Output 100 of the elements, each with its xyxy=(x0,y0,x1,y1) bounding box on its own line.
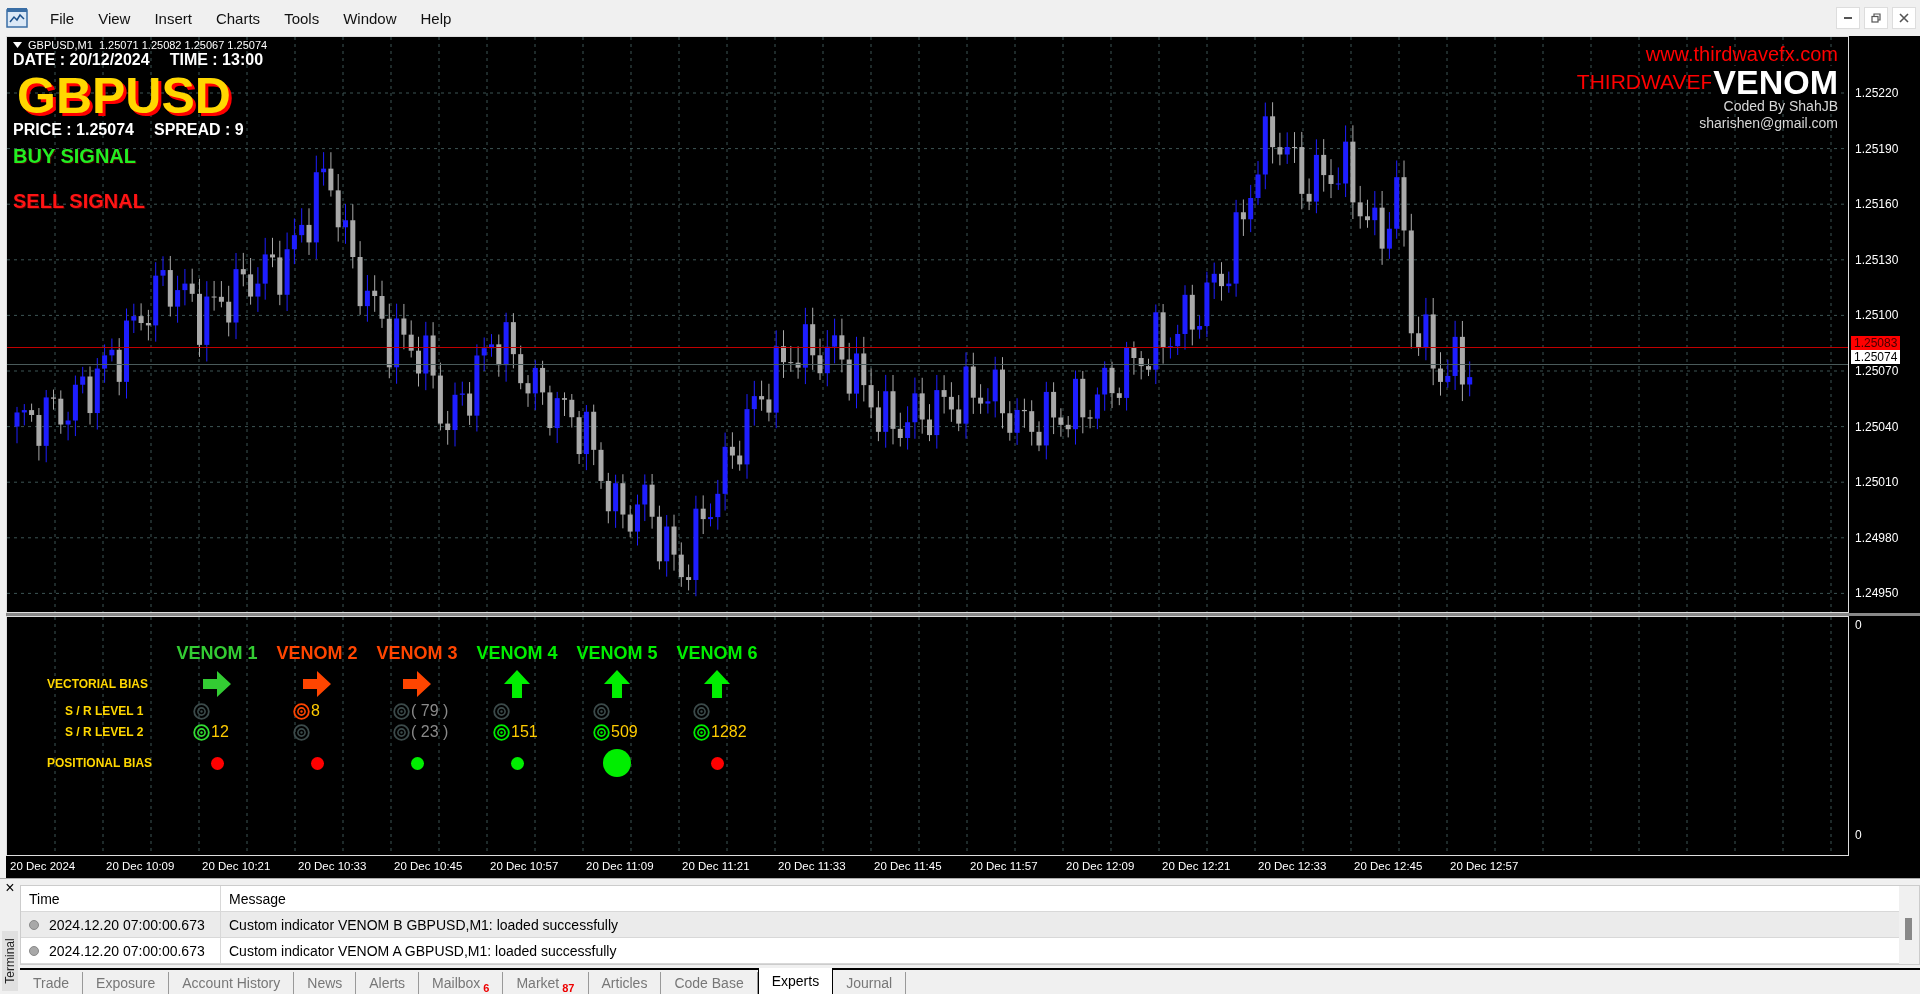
level-value: ( 79 ) xyxy=(411,702,449,720)
close-button[interactable] xyxy=(1892,7,1916,29)
menu-item[interactable]: Tools xyxy=(272,9,332,27)
price-label: 1.24950 xyxy=(1855,586,1899,601)
terminal-tab[interactable]: Mailbox 6 xyxy=(419,972,504,994)
terminal-tab[interactable]: Journal xyxy=(833,972,907,994)
row-label: VECTORIAL BIAS xyxy=(47,676,149,693)
terminal-tab[interactable]: News xyxy=(294,972,357,994)
scrollbar[interactable] xyxy=(1899,886,1919,964)
close-icon xyxy=(1899,13,1909,23)
minimize-button[interactable] xyxy=(1836,7,1860,29)
menu-item[interactable]: Insert xyxy=(142,9,204,27)
tab-label: Journal xyxy=(846,975,893,991)
terminal-tab[interactable]: Exposure xyxy=(83,972,170,994)
axis-label: 0 xyxy=(1855,828,1862,842)
row-label: S / R LEVEL 2 xyxy=(64,724,145,741)
brand-prefix-text: THIRDWAVEF xyxy=(1576,69,1714,93)
log-time: 2024.12.20 07:00:00.673 xyxy=(49,942,205,959)
tab-label: Alerts xyxy=(369,975,406,991)
time-label: 20 Dec 12:57 xyxy=(1449,859,1520,874)
level-value: 509 xyxy=(611,723,638,741)
restore-icon xyxy=(1871,13,1881,23)
indicator-name: VENOM 2 xyxy=(275,641,359,665)
price-label: 1.25220 xyxy=(1855,86,1899,100)
menu-item[interactable]: Help xyxy=(408,9,464,27)
website-text: www.thirdwavefx.com xyxy=(1645,43,1838,66)
log-time: 2024.12.20 07:00:00.673 xyxy=(49,916,205,933)
time-label: 20 Dec 10:09 xyxy=(105,859,176,874)
time-label: 20 Dec 10:33 xyxy=(297,859,368,874)
terminal-tab[interactable]: Articles xyxy=(588,972,662,994)
menu-item[interactable]: Window xyxy=(331,9,409,27)
log-row[interactable]: 2024.12.20 07:00:00.673 Custom indicator VENOM B GBPUSD,M1: loaded successfully xyxy=(21,912,1899,938)
tab-label: Articles xyxy=(601,975,648,991)
spread-text: SPREAD : 9 xyxy=(153,121,244,139)
time-text: TIME : 13:00 xyxy=(169,51,264,69)
restore-button[interactable] xyxy=(1864,7,1888,29)
indicator-name: VENOM 6 xyxy=(675,641,759,665)
price-text: PRICE : 1.25074 xyxy=(13,121,134,139)
terminal-tab[interactable]: Account History xyxy=(169,972,295,994)
time-label: 20 Dec 11:09 xyxy=(585,859,655,874)
status-dot-icon xyxy=(29,919,39,930)
price-label: 1.25040 xyxy=(1855,419,1899,434)
price-label: 1.25160 xyxy=(1855,197,1899,212)
level-value: 8 xyxy=(311,702,320,720)
level-value: 12 xyxy=(211,723,229,741)
log-row[interactable]: 2024.12.20 07:00:00.673 Custom indicator VENOM A GBPUSD,M1: loaded successfully xyxy=(21,938,1899,964)
scrollbar-thumb[interactable] xyxy=(1905,918,1912,940)
time-label: 20 Dec 12:21 xyxy=(1161,859,1232,874)
date-text: DATE : 20/12/2024 xyxy=(13,51,150,69)
brand-title: VENOM xyxy=(1711,66,1838,98)
tab-label: Exposure xyxy=(96,975,156,991)
time-label: 20 Dec 11:33 xyxy=(777,859,847,874)
tab-label: News xyxy=(307,975,343,991)
count-text: 87 xyxy=(562,982,575,994)
close-button[interactable]: × xyxy=(5,879,15,897)
sell-signal-text: SELL SIGNAL xyxy=(13,190,145,213)
column-header[interactable]: Message xyxy=(221,886,1899,911)
symbol-quote-text: GBPUSD,M1 1.25071 1.25082 1.25067 1.25074 xyxy=(28,39,268,51)
status-dot-icon xyxy=(29,945,39,956)
tab-label: Experts xyxy=(771,973,820,989)
count-text: 6 xyxy=(483,982,490,994)
row-label: S / R LEVEL 1 xyxy=(64,703,145,720)
time-label: 20 Dec 11:45 xyxy=(873,859,943,874)
time-label: 20 Dec 10:45 xyxy=(393,859,464,874)
time-label: 20 Dec 10:57 xyxy=(489,859,560,874)
terminal-tab[interactable]: Alerts xyxy=(356,972,420,994)
time-label: 20 Dec 11:57 xyxy=(969,859,1039,874)
indicator-name: VENOM 5 xyxy=(575,641,659,665)
price-label: 1.25130 xyxy=(1855,252,1899,267)
price-label: 1.25100 xyxy=(1855,308,1899,323)
column-header[interactable]: Time xyxy=(21,886,221,911)
terminal-tab[interactable]: Code Base xyxy=(661,972,758,994)
menu-item[interactable]: File xyxy=(38,9,87,27)
tab-label: Code Base xyxy=(674,975,744,991)
email-text: sharishen@gmail.com xyxy=(1699,115,1838,132)
tab-label: Trade xyxy=(33,975,70,991)
ask-price-tag: 1.25083 xyxy=(1851,335,1901,350)
tab-label: Account History xyxy=(182,975,281,991)
level-value: 151 xyxy=(511,723,538,741)
minimize-icon xyxy=(1844,17,1852,19)
terminal-label: Terminal xyxy=(2,931,18,991)
terminal-tab[interactable]: Market 87 xyxy=(503,972,589,994)
terminal-tab[interactable]: Experts xyxy=(757,968,834,994)
menu-item[interactable]: View xyxy=(86,9,143,27)
buy-signal-text: BUY SIGNAL xyxy=(13,145,136,168)
axis-label: 0 xyxy=(1855,618,1862,632)
price-label: 1.24980 xyxy=(1855,530,1899,545)
row-label: POSITIONAL BIAS xyxy=(47,755,154,772)
time-label: 20 Dec 11:21 xyxy=(681,859,751,874)
level-value: 1282 xyxy=(711,723,747,741)
indicator-name: VENOM 3 xyxy=(375,641,459,665)
time-label: 20 Dec 12:33 xyxy=(1257,859,1328,874)
tab-label: Market xyxy=(516,975,560,991)
menu-item[interactable]: Charts xyxy=(203,9,273,27)
price-label: 1.25070 xyxy=(1855,364,1899,378)
time-label: 20 Dec 12:09 xyxy=(1065,859,1136,874)
credit-text: Coded By ShahJB xyxy=(1723,98,1838,115)
terminal-tab[interactable]: Trade xyxy=(20,972,84,994)
time-label: 20 Dec 12:45 xyxy=(1353,859,1424,874)
symbol-title: GBPUSD xyxy=(17,71,231,121)
